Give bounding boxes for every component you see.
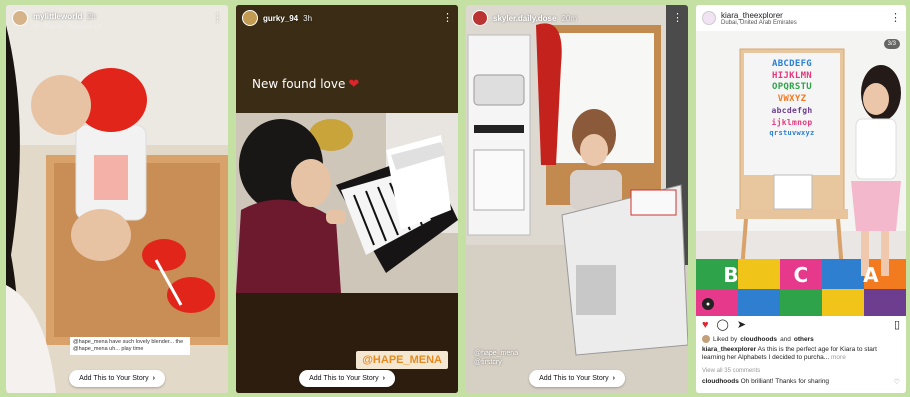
tag-hape[interactable]: @hape_mena <box>474 349 518 358</box>
liked-by-and: and <box>780 335 791 343</box>
alphabet-row: VWXYZ <box>777 93 807 104</box>
story-time: 2h <box>86 12 96 21</box>
post-username[interactable]: kiara_theexplorer <box>721 11 797 20</box>
story-caption-text: New found love <box>252 77 346 91</box>
caption-more-link[interactable]: more <box>831 354 846 361</box>
liked-by-others[interactable]: others <box>794 336 814 343</box>
story-header: gurky_94 3h ⋮ <box>236 5 458 31</box>
add-to-story-label: Add This to Your Story <box>539 375 609 382</box>
chevron-right-icon: › <box>612 375 615 382</box>
post-location[interactable]: Dubai, United Arab Emirates <box>721 20 797 26</box>
alphabet-row: qrstuvwxyz <box>769 129 815 137</box>
liked-by-prefix: Liked by <box>713 335 738 343</box>
chevron-right-icon: › <box>152 375 155 382</box>
user-avatar[interactable] <box>242 10 258 26</box>
heart-icon: ❤ <box>348 77 360 92</box>
like-heart-icon[interactable]: ♥ <box>702 319 709 331</box>
caption-username[interactable]: kiara_theexplorer <box>702 346 756 353</box>
post-image[interactable]: ABCDEFG HIJKLMN OPQRSTU VWXYZ abcdefgh i… <box>696 31 906 316</box>
floor-letter: C <box>793 263 809 287</box>
alphabet-row: ijklmnop <box>771 117 813 127</box>
more-options-icon[interactable]: ⋮ <box>212 12 223 24</box>
tag-firstcry[interactable]: @firstcry <box>474 358 518 367</box>
comment-username[interactable]: cloudhoods <box>702 378 739 385</box>
comment-row: cloudhoods Oh brilliant! Thanks for shar… <box>702 378 900 385</box>
likes-row[interactable]: Liked by cloudhoods and others <box>702 335 900 343</box>
story-panel-1[interactable]: mylittleworld 2h At Thailand · Ramapuram… <box>6 5 228 393</box>
liker-avatar <box>702 335 710 343</box>
story-photo-easel <box>466 5 688 393</box>
add-to-story-button[interactable]: Add This to Your Story › <box>529 370 625 387</box>
story-time: 3h <box>303 13 313 23</box>
floor-mat-letters: B C A <box>696 263 906 287</box>
post-panel[interactable]: kiara_theexplorer Dubai, United Arab Emi… <box>696 5 906 393</box>
more-options-icon[interactable]: ⋮ <box>890 12 901 24</box>
mention-sticker[interactable]: @hape_mena have such lovely blender... t… <box>70 337 190 355</box>
tag-overlay[interactable]: @hape_mena @firstcry <box>474 349 518 367</box>
story-time: 20m <box>561 13 578 23</box>
story-sublabel: At Thailand · Ramapuram <box>33 24 102 30</box>
user-avatar[interactable] <box>702 11 716 25</box>
alphabet-row: ABCDEFG <box>771 59 813 69</box>
comment-icon[interactable]: ◯ <box>717 319 729 331</box>
story-panel-3[interactable]: skyler.daily.dose 20m ⋮ @hape_mena @firs… <box>466 5 688 393</box>
comment-like-icon[interactable]: ♡ <box>894 378 900 385</box>
add-to-story-button[interactable]: Add This to Your Story › <box>299 370 395 387</box>
story-header: skyler.daily.dose 20m ⋮ <box>466 5 688 31</box>
story-photo-blender <box>6 5 228 393</box>
liked-by-user[interactable]: cloudhoods <box>740 336 777 343</box>
story-caption: New found love ❤ <box>252 77 359 92</box>
share-icon[interactable]: ➤ <box>737 319 746 331</box>
add-to-story-label: Add This to Your Story <box>79 375 149 382</box>
story-username[interactable]: mylittleworld <box>33 12 82 21</box>
post-actions: ♥ ◯ ➤ ▯ <box>696 318 906 332</box>
alphabet-board: ABCDEFG HIJKLMN OPQRSTU VWXYZ abcdefgh i… <box>748 59 836 140</box>
story-photo-piano <box>236 5 458 393</box>
alphabet-row: OPQRSTU <box>771 82 813 92</box>
view-all-comments-link[interactable]: View all 35 comments <box>702 368 760 374</box>
story-username[interactable]: gurky_94 <box>263 14 298 23</box>
user-tag-icon[interactable]: ● <box>702 298 714 310</box>
story-panel-2[interactable]: gurky_94 3h ⋮ New found love ❤ @HAPE_MENA… <box>236 5 458 393</box>
add-to-story-button[interactable]: Add This to Your Story › <box>69 370 165 387</box>
mention-sticker[interactable]: @HAPE_MENA <box>356 351 448 369</box>
alphabet-row: abcdefgh <box>771 106 813 115</box>
alphabet-row: HIJKLMN <box>771 70 813 81</box>
post-header: kiara_theexplorer Dubai, United Arab Emi… <box>696 5 906 31</box>
more-options-icon[interactable]: ⋮ <box>442 12 453 24</box>
more-options-icon[interactable]: ⋮ <box>672 12 683 24</box>
post-caption: kiara_theexplorer As this is the perfect… <box>702 346 900 363</box>
story-header: mylittleworld 2h At Thailand · Ramapuram… <box>6 5 228 31</box>
floor-letter: A <box>863 263 879 287</box>
user-avatar[interactable] <box>12 10 28 26</box>
comment-text: Oh brilliant! Thanks for sharing <box>740 378 830 385</box>
bookmark-icon[interactable]: ▯ <box>894 319 900 331</box>
add-to-story-label: Add This to Your Story <box>309 375 379 382</box>
carousel-counter: 3/3 <box>883 39 900 49</box>
user-avatar[interactable] <box>472 10 488 26</box>
story-username[interactable]: skyler.daily.dose <box>493 14 556 23</box>
chevron-right-icon: › <box>382 375 385 382</box>
floor-letter: B <box>723 263 739 287</box>
